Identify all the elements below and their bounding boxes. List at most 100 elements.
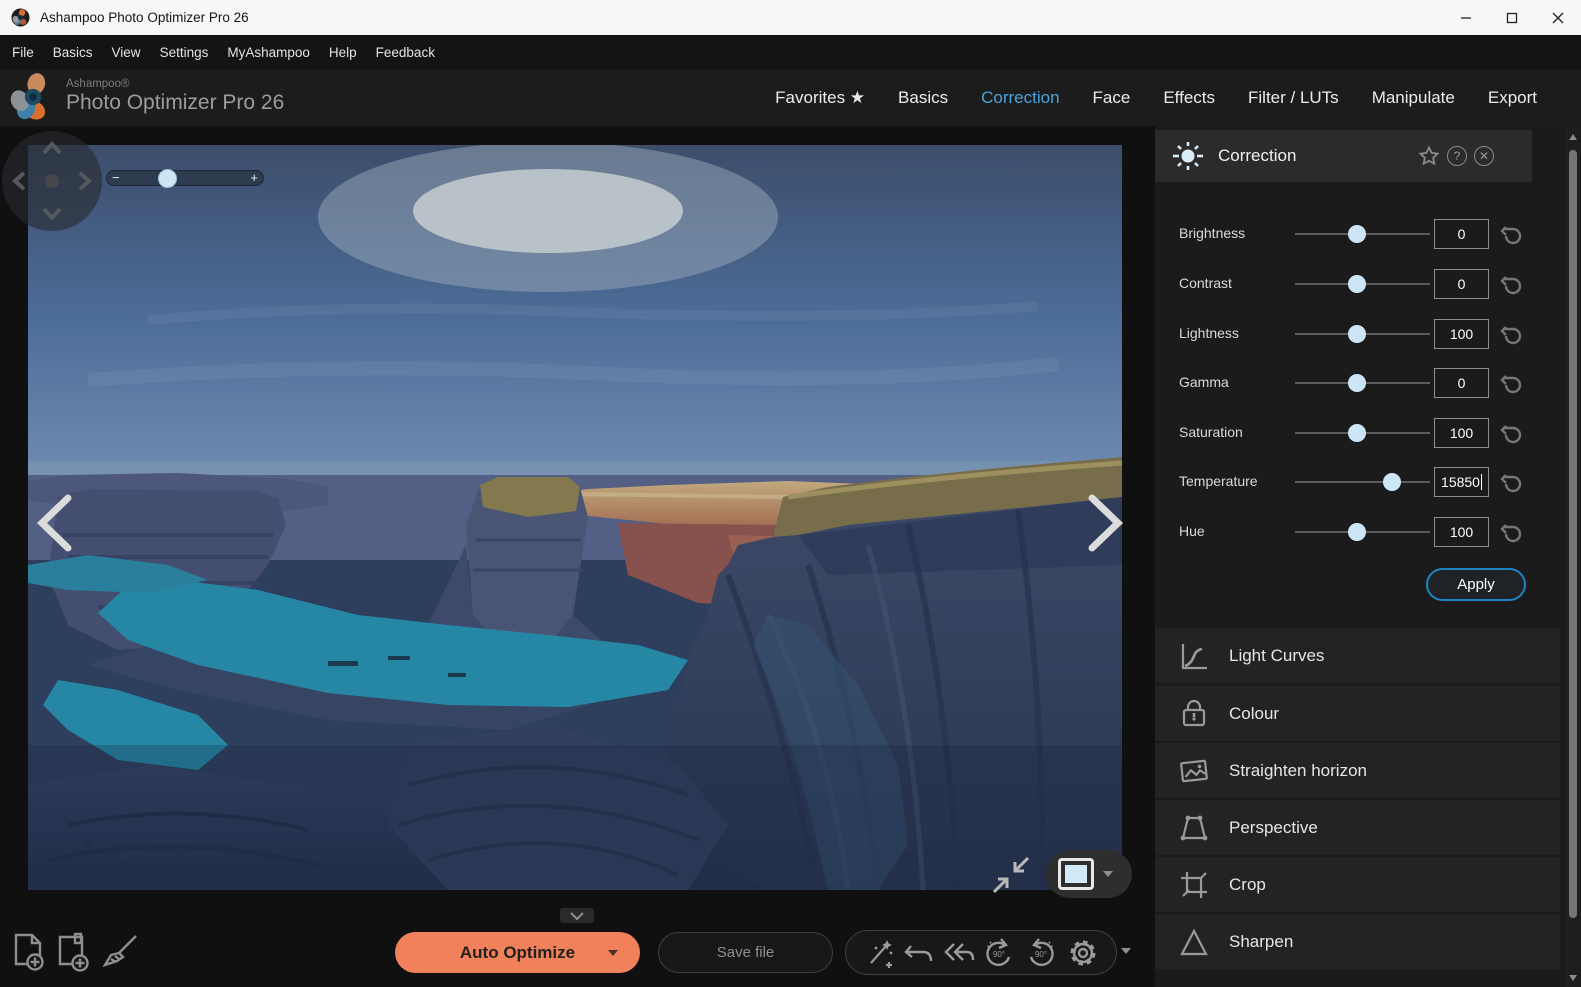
menu-basics[interactable]: Basics — [53, 45, 93, 60]
gamma-slider[interactable] — [1295, 382, 1430, 384]
single-view-icon — [1058, 858, 1094, 890]
slider-label: Saturation — [1179, 424, 1243, 440]
close-button[interactable] — [1535, 0, 1581, 35]
magic-wand-icon[interactable] — [862, 936, 896, 970]
contrast-slider[interactable] — [1295, 283, 1430, 285]
view-mode-selector[interactable] — [1046, 850, 1132, 898]
rotate-left-icon[interactable]: 90° — [981, 935, 1017, 971]
brightness-slider[interactable] — [1295, 233, 1430, 235]
brand-product: Photo Optimizer Pro 26 — [66, 91, 284, 115]
reset-icon[interactable] — [1499, 272, 1523, 296]
auto-optimize-button[interactable]: Auto Optimize — [395, 932, 640, 973]
undo-icon[interactable] — [903, 938, 935, 968]
saturation-value-input[interactable]: 100 — [1434, 418, 1489, 448]
section-crop[interactable]: Crop — [1155, 857, 1560, 912]
hue-value-input[interactable]: 100 — [1434, 517, 1489, 547]
favorite-star-icon[interactable] — [1418, 145, 1440, 167]
saturation-slider[interactable] — [1295, 432, 1430, 434]
tab-correction[interactable]: Correction — [981, 88, 1059, 108]
tab-basics[interactable]: Basics — [898, 88, 948, 108]
undo-all-icon[interactable] — [941, 938, 975, 968]
text-cursor — [1481, 474, 1482, 490]
temperature-value-input[interactable]: 15850 — [1434, 467, 1489, 497]
fit-to-screen-button[interactable] — [990, 854, 1032, 896]
tab-export[interactable]: Export — [1488, 88, 1537, 108]
previous-image-button[interactable] — [30, 492, 80, 554]
settings-gear-icon[interactable] — [1066, 936, 1100, 970]
lightness-value-input[interactable]: 100 — [1434, 319, 1489, 349]
add-scan-icon[interactable] — [55, 932, 91, 972]
close-panel-icon[interactable]: ✕ — [1474, 146, 1494, 166]
file-toolbar — [10, 932, 140, 972]
menu-view[interactable]: View — [112, 45, 141, 60]
slider-thumb[interactable] — [1348, 374, 1366, 392]
slider-thumb[interactable] — [1348, 424, 1366, 442]
tab-face[interactable]: Face — [1093, 88, 1131, 108]
menu-help[interactable]: Help — [329, 45, 357, 60]
menu-bar: File Basics View Settings MyAshampoo Hel… — [0, 35, 1581, 70]
tab-filter-luts[interactable]: Filter / LUTs — [1248, 88, 1339, 108]
slider-label: Temperature — [1179, 473, 1258, 489]
reset-icon[interactable] — [1499, 470, 1523, 494]
slider-thumb[interactable] — [1348, 523, 1366, 541]
tab-manipulate[interactable]: Manipulate — [1372, 88, 1455, 108]
section-colour[interactable]: Colour — [1155, 686, 1560, 741]
pan-control[interactable] — [2, 131, 102, 231]
slider-row-hue: Hue 100 — [1155, 516, 1566, 548]
view-mode-caret-icon[interactable] — [1103, 871, 1113, 877]
reset-icon[interactable] — [1499, 520, 1523, 544]
lightness-slider[interactable] — [1295, 333, 1430, 335]
menu-settings[interactable]: Settings — [160, 45, 209, 60]
slider-row-brightness: Brightness 0 — [1155, 218, 1566, 250]
reset-icon[interactable] — [1499, 222, 1523, 246]
zoom-out-icon[interactable]: − — [112, 173, 120, 183]
slider-thumb[interactable] — [1383, 473, 1401, 491]
section-light-curves[interactable]: Light Curves — [1155, 628, 1560, 683]
save-file-button[interactable]: Save file — [658, 932, 833, 973]
zoom-in-icon[interactable]: + — [250, 173, 258, 183]
cleanup-broom-icon[interactable] — [100, 932, 140, 972]
section-perspective[interactable]: Perspective — [1155, 800, 1560, 855]
panel-title: Correction — [1218, 146, 1296, 166]
reset-icon[interactable] — [1499, 371, 1523, 395]
slider-thumb[interactable] — [1348, 325, 1366, 343]
contrast-value-input[interactable]: 0 — [1434, 269, 1489, 299]
add-image-icon[interactable] — [10, 932, 46, 972]
filmstrip-toggle[interactable] — [560, 908, 594, 923]
reset-icon[interactable] — [1499, 421, 1523, 445]
slider-thumb[interactable] — [1348, 275, 1366, 293]
section-label: Straighten horizon — [1229, 761, 1367, 781]
section-straighten-horizon[interactable]: Straighten horizon — [1155, 743, 1560, 798]
reset-icon[interactable] — [1499, 322, 1523, 346]
tools-caret-icon[interactable] — [1121, 948, 1131, 954]
menu-file[interactable]: File — [12, 45, 34, 60]
panel-header: Correction ? ✕ — [1155, 130, 1532, 182]
window-title: Ashampoo Photo Optimizer Pro 26 — [40, 10, 249, 25]
section-sharpen[interactable]: Sharpen — [1155, 914, 1560, 969]
menu-myashampoo[interactable]: MyAshampoo — [227, 45, 310, 60]
maximize-button[interactable] — [1489, 0, 1535, 35]
rotate-right-label: 90° — [1035, 950, 1047, 959]
panel-scrollbar[interactable] — [1566, 126, 1581, 987]
rotate-right-icon[interactable]: 90° — [1023, 935, 1059, 971]
zoom-slider-thumb[interactable] — [158, 169, 177, 188]
slider-label: Contrast — [1179, 275, 1232, 291]
temperature-slider[interactable] — [1295, 481, 1430, 483]
hue-slider[interactable] — [1295, 531, 1430, 533]
scrollbar-thumb[interactable] — [1569, 150, 1577, 918]
help-icon[interactable]: ? — [1447, 146, 1467, 166]
scroll-up-icon[interactable] — [1569, 134, 1577, 140]
next-image-button[interactable] — [1080, 492, 1130, 554]
menu-feedback[interactable]: Feedback — [376, 45, 435, 60]
tab-effects[interactable]: Effects — [1163, 88, 1215, 108]
zoom-slider[interactable]: − + — [106, 170, 264, 186]
photo-canvas[interactable] — [28, 145, 1122, 890]
slider-thumb[interactable] — [1348, 225, 1366, 243]
gamma-value-input[interactable]: 0 — [1434, 368, 1489, 398]
auto-optimize-caret-icon[interactable] — [608, 950, 618, 956]
apply-button[interactable]: Apply — [1426, 568, 1526, 601]
scroll-down-icon[interactable] — [1569, 975, 1577, 981]
tab-favorites[interactable]: Favorites ★ — [775, 88, 865, 108]
minimize-button[interactable] — [1443, 0, 1489, 35]
brightness-value-input[interactable]: 0 — [1434, 219, 1489, 249]
